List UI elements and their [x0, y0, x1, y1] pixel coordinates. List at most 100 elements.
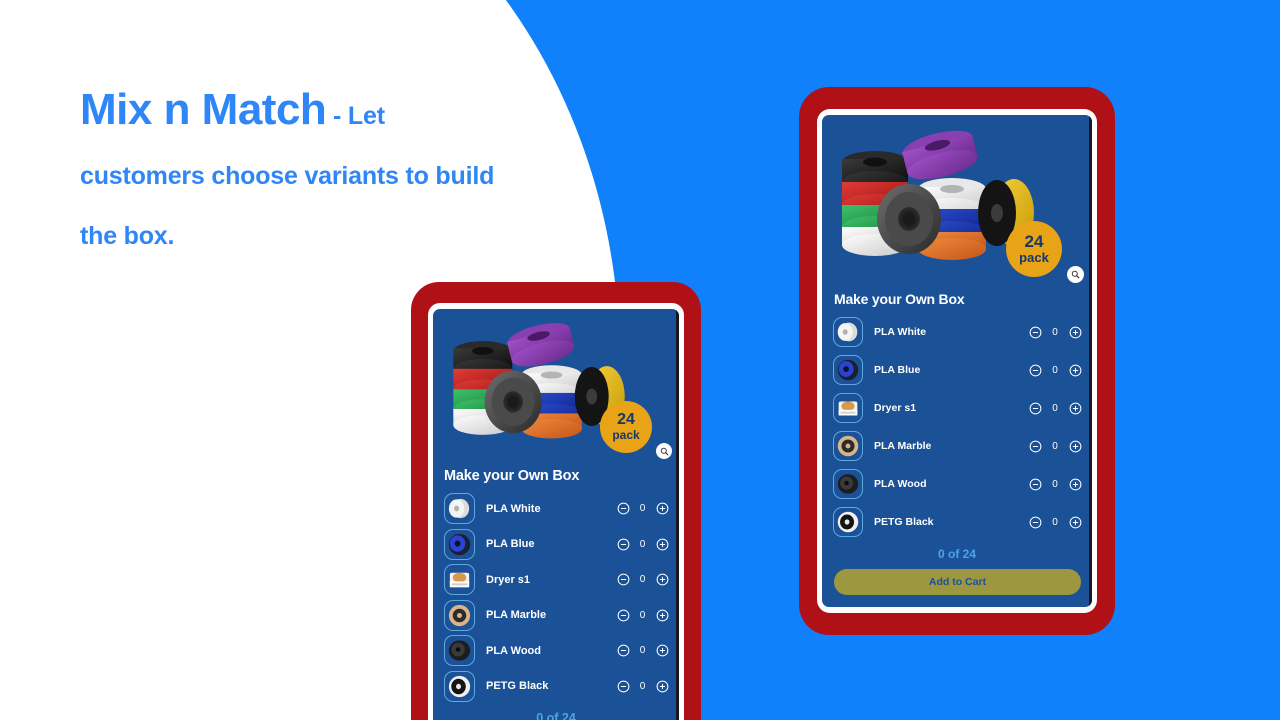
- page-title: Mix n Match - Let customers choose varia…: [80, 82, 500, 268]
- section-title: Make your Own Box: [834, 291, 965, 307]
- minus-circle-icon[interactable]: [616, 502, 630, 516]
- list-item[interactable]: PETG Black 0: [444, 669, 669, 705]
- product-name: PLA Marble: [486, 609, 547, 622]
- selection-total: 0 of 24: [937, 547, 976, 561]
- spool-marble-icon: [444, 599, 475, 631]
- product-hero-back: 24 pack: [822, 115, 1092, 283]
- quantity-value: 0: [1052, 478, 1058, 490]
- magnifier-icon[interactable]: [1067, 266, 1084, 283]
- product-name: PLA Marble: [874, 440, 932, 452]
- list-item[interactable]: Dryer s1 0: [833, 389, 1082, 427]
- badge-label: pack: [612, 428, 640, 443]
- product-hero-front: 24 pack: [433, 309, 679, 459]
- minus-circle-icon[interactable]: [1028, 325, 1042, 339]
- quantity-stepper: 0: [1028, 401, 1082, 415]
- product-name: PLA White: [874, 326, 927, 338]
- minus-circle-icon[interactable]: [616, 608, 630, 622]
- add-to-cart-button[interactable]: Add to Cart: [834, 569, 1081, 595]
- minus-circle-icon[interactable]: [616, 644, 630, 658]
- minus-circle-icon[interactable]: [616, 679, 630, 693]
- minus-circle-icon[interactable]: [616, 537, 630, 551]
- plus-circle-icon[interactable]: [655, 679, 669, 693]
- list-item[interactable]: PETG Black 0: [833, 503, 1082, 541]
- quantity-value: 0: [639, 538, 646, 550]
- plus-circle-icon[interactable]: [1068, 363, 1082, 377]
- plus-circle-icon[interactable]: [1068, 439, 1082, 453]
- quantity-value: 0: [639, 680, 646, 692]
- badge-label: pack: [1019, 250, 1049, 266]
- minus-circle-icon[interactable]: [1028, 439, 1042, 453]
- quantity-value: 0: [639, 574, 646, 586]
- product-name: PLA White: [486, 502, 541, 515]
- quantity-value: 0: [1052, 364, 1058, 376]
- product-name: PETG Black: [874, 516, 934, 528]
- phone-bezel: 24 pack Make your Own Box PLA White 0 PL…: [817, 109, 1097, 613]
- quantity-stepper: 0: [1028, 439, 1082, 453]
- plus-circle-icon[interactable]: [1068, 477, 1082, 491]
- list-item[interactable]: PLA White 0: [444, 491, 669, 527]
- phone-mockup-front: 24 pack Make your Own Box PLA White 0 PL…: [411, 282, 701, 720]
- list-item[interactable]: PLA Wood 0: [833, 465, 1082, 503]
- quantity-stepper: 0: [616, 679, 669, 693]
- badge-number: 24: [1024, 232, 1044, 252]
- product-name: PLA Wood: [874, 478, 927, 490]
- quantity-stepper: 0: [1028, 363, 1082, 377]
- quantity-value: 0: [1052, 516, 1058, 528]
- plus-circle-icon[interactable]: [655, 502, 669, 516]
- quantity-value: 0: [639, 645, 646, 657]
- app-screen-front: 24 pack Make your Own Box PLA White 0 PL…: [433, 309, 679, 720]
- dryer-icon: [444, 564, 475, 596]
- list-item[interactable]: PLA Blue 0: [444, 527, 669, 563]
- headline-separator: -: [326, 102, 348, 130]
- product-name: PLA Wood: [486, 644, 541, 657]
- quantity-stepper: 0: [616, 537, 669, 551]
- quantity-stepper: 0: [1028, 325, 1082, 339]
- spool-wood-icon: [444, 635, 475, 667]
- quantity-stepper: 0: [616, 644, 669, 658]
- product-name: PLA Blue: [874, 364, 921, 376]
- quantity-stepper: 0: [616, 573, 669, 587]
- phone-mockup-back: 24 pack Make your Own Box PLA White 0 PL…: [799, 87, 1115, 635]
- plus-circle-icon[interactable]: [1068, 401, 1082, 415]
- list-item[interactable]: PLA Marble 0: [444, 598, 669, 634]
- product-list-back: PLA White 0 PLA Blue 0 Dryer s1 0 PLA Ma…: [822, 313, 1092, 541]
- plus-circle-icon[interactable]: [1068, 515, 1082, 529]
- plus-circle-icon[interactable]: [655, 644, 669, 658]
- plus-circle-icon[interactable]: [1068, 325, 1082, 339]
- quantity-stepper: 0: [616, 502, 669, 516]
- app-screen-back: 24 pack Make your Own Box PLA White 0 PL…: [822, 115, 1092, 607]
- plus-circle-icon[interactable]: [655, 608, 669, 622]
- spool-marble-icon: [833, 431, 863, 461]
- magnifier-icon[interactable]: [656, 443, 672, 459]
- spool-black-icon: [444, 670, 475, 702]
- dryer-icon: [833, 393, 863, 423]
- product-list-front: PLA White 0 PLA Blue 0 Dryer s1 0 PLA Ma…: [433, 491, 679, 704]
- quantity-value: 0: [1052, 440, 1058, 452]
- minus-circle-icon[interactable]: [1028, 363, 1042, 377]
- minus-circle-icon[interactable]: [1028, 401, 1042, 415]
- quantity-value: 0: [1052, 402, 1058, 414]
- minus-circle-icon[interactable]: [616, 573, 630, 587]
- selection-total: 0 of 24: [536, 711, 576, 720]
- list-item[interactable]: PLA Blue 0: [833, 351, 1082, 389]
- section-title: Make your Own Box: [444, 468, 580, 484]
- minus-circle-icon[interactable]: [1028, 477, 1042, 491]
- list-item[interactable]: Dryer s1 0: [444, 562, 669, 598]
- quantity-value: 0: [1052, 326, 1058, 338]
- spool-white-icon: [444, 493, 475, 525]
- product-name: PLA Blue: [486, 538, 535, 551]
- quantity-stepper: 0: [616, 608, 669, 622]
- product-name: Dryer s1: [874, 402, 917, 414]
- quantity-stepper: 0: [1028, 477, 1082, 491]
- spool-blue-icon: [444, 528, 475, 560]
- product-name: Dryer s1: [486, 573, 531, 586]
- phone-bezel: 24 pack Make your Own Box PLA White 0 PL…: [428, 303, 684, 720]
- plus-circle-icon[interactable]: [655, 537, 669, 551]
- list-item[interactable]: PLA White 0: [833, 313, 1082, 351]
- list-item[interactable]: PLA Marble 0: [833, 427, 1082, 465]
- quantity-stepper: 0: [1028, 515, 1082, 529]
- badge-number: 24: [617, 411, 635, 429]
- list-item[interactable]: PLA Wood 0: [444, 633, 669, 669]
- minus-circle-icon[interactable]: [1028, 515, 1042, 529]
- plus-circle-icon[interactable]: [655, 573, 669, 587]
